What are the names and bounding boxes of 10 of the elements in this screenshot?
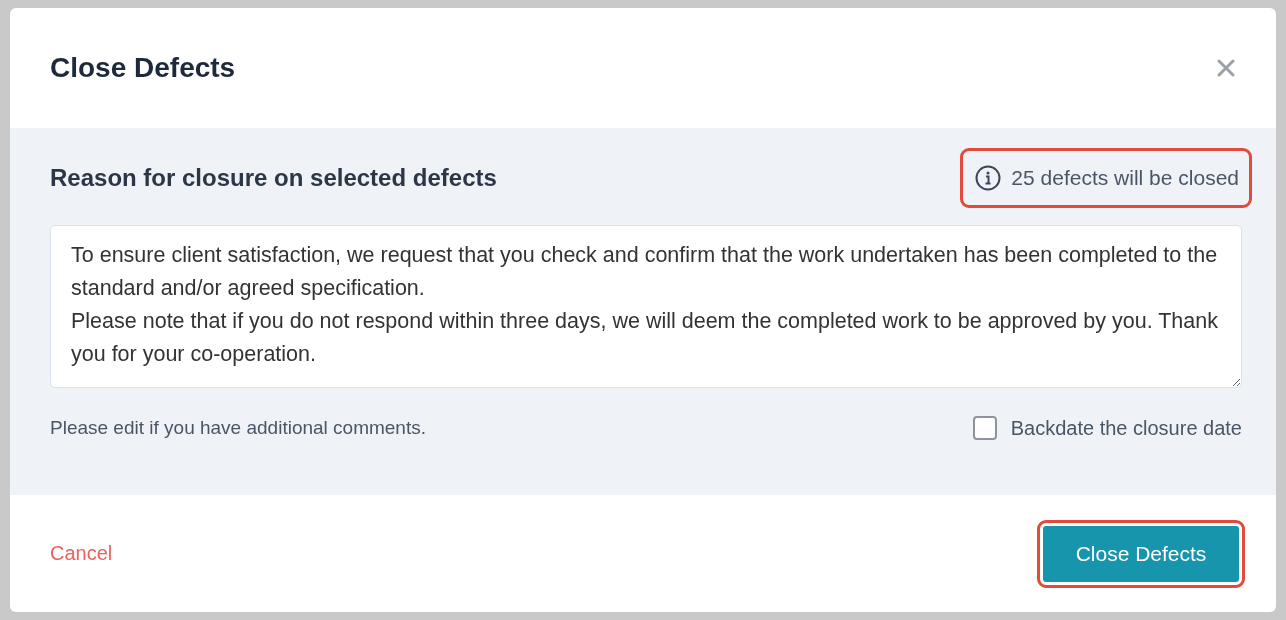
hint-text: Please edit if you have additional comments. xyxy=(50,417,426,439)
checkbox-label[interactable]: Backdate the closure date xyxy=(1010,416,1242,440)
section-heading: Reason for closure on selected defects xyxy=(50,164,497,192)
checkbox-square[interactable] xyxy=(972,416,997,440)
defect-count-notice: 25 defects will be closed xyxy=(1011,166,1239,190)
reason-field[interactable]: To ensure client satisfaction, we request that you check and confirm that the work undertaken has been completed to the standard and/or agreed specification. Please note that if you do not respond within three days, we will deem the completed work to be approved by you. Thank you for your co-operation. xyxy=(50,225,1242,388)
dialog-title: Close Defects xyxy=(50,52,236,84)
close-defects-button[interactable]: Close Defects xyxy=(1043,525,1239,582)
close-icon[interactable] xyxy=(1216,58,1236,78)
info-icon xyxy=(975,165,1002,191)
